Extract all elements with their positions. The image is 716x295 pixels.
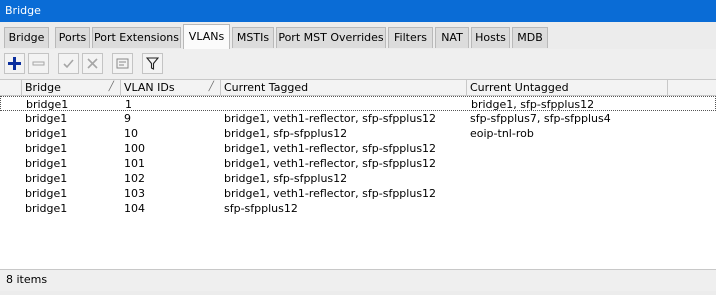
note-icon xyxy=(116,58,129,69)
cell-vlan-ids: 103 xyxy=(124,187,145,200)
column-header-current-tagged-label: Current Tagged xyxy=(224,81,309,94)
cell-current-tagged: bridge1, veth1-reflector, sfp-sfpplus12 xyxy=(224,142,437,155)
cell-vlan-ids: 10 xyxy=(124,127,138,140)
column-header-vlan-ids-label: VLAN IDs xyxy=(124,81,175,94)
cell-current-untagged xyxy=(466,171,666,186)
table-row[interactable]: bridge1 100 bridge1, veth1-reflector, sf… xyxy=(0,141,716,156)
table-row[interactable]: bridge1 103 bridge1, veth1-reflector, sf… xyxy=(0,186,716,201)
cell-bridge: bridge1 xyxy=(25,202,68,215)
filter-icon xyxy=(146,57,159,70)
window-title-bar: Bridge xyxy=(0,0,716,22)
cell-vlan-ids: 1 xyxy=(125,98,132,111)
remove-button[interactable] xyxy=(28,53,49,74)
table-row[interactable]: bridge1 104 sfp-sfpplus12 xyxy=(0,201,716,216)
cell-current-untagged xyxy=(466,156,666,171)
table-row[interactable]: bridge1 101 bridge1, veth1-reflector, sf… xyxy=(0,156,716,171)
plus-icon xyxy=(8,57,21,70)
cell-vlan-ids: 104 xyxy=(124,202,145,215)
column-header-current-tagged[interactable]: Current Tagged xyxy=(221,80,467,95)
cell-bridge: bridge1 xyxy=(26,98,69,111)
x-icon xyxy=(87,58,98,69)
tab-mdb[interactable]: MDB xyxy=(512,27,548,48)
cell-current-untagged xyxy=(466,201,666,216)
header-indicator-column xyxy=(0,80,22,95)
add-button[interactable] xyxy=(4,53,25,74)
tab-ports[interactable]: Ports xyxy=(55,27,90,48)
tab-bridge[interactable]: Bridge xyxy=(4,27,49,48)
cell-vlan-ids: 102 xyxy=(124,172,145,185)
cell-current-tagged: bridge1, sfp-sfpplus12 xyxy=(224,127,348,140)
toolbar xyxy=(0,49,716,79)
column-header-bridge[interactable]: Bridge ╱ xyxy=(22,80,121,95)
cell-current-tagged: sfp-sfpplus12 xyxy=(224,202,298,215)
sort-icon: ╱ xyxy=(108,82,114,92)
cell-vlan-ids: 101 xyxy=(124,157,145,170)
tab-hosts[interactable]: Hosts xyxy=(471,27,510,48)
status-bar: 8 items xyxy=(0,269,716,291)
table-row[interactable]: bridge1 1 bridge1, sfp-sfpplus12 xyxy=(0,96,716,111)
header-filler xyxy=(668,80,716,95)
cell-bridge: bridge1 xyxy=(25,142,68,155)
minus-icon xyxy=(32,61,45,66)
tab-port-mst-overrides[interactable]: Port MST Overrides xyxy=(276,27,386,48)
vlan-table: Bridge ╱ VLAN IDs ╱ Current Tagged Curre… xyxy=(0,79,716,269)
window-title: Bridge xyxy=(5,4,41,17)
window-bottom-edge xyxy=(0,291,716,295)
column-header-current-untagged[interactable]: Current Untagged xyxy=(467,80,668,95)
cell-bridge: bridge1 xyxy=(25,187,68,200)
check-icon xyxy=(63,59,74,69)
column-header-bridge-label: Bridge xyxy=(25,81,61,94)
cell-current-tagged: bridge1, sfp-sfpplus12 xyxy=(224,172,348,185)
cell-current-tagged: bridge1, veth1-reflector, sfp-sfpplus12 xyxy=(224,112,437,125)
table-header: Bridge ╱ VLAN IDs ╱ Current Tagged Curre… xyxy=(0,80,716,96)
column-header-vlan-ids[interactable]: VLAN IDs ╱ xyxy=(121,80,221,95)
tab-mstis[interactable]: MSTIs xyxy=(232,27,274,48)
table-row[interactable]: bridge1 10 bridge1, sfp-sfpplus12 eoip-t… xyxy=(0,126,716,141)
cell-current-untagged: eoip-tnl-rob xyxy=(470,127,534,140)
cell-vlan-ids: 9 xyxy=(124,112,131,125)
disable-button[interactable] xyxy=(82,53,103,74)
cell-bridge: bridge1 xyxy=(25,112,68,125)
column-header-current-untagged-label: Current Untagged xyxy=(470,81,569,94)
cell-current-untagged: sfp-sfpplus7, sfp-sfpplus4 xyxy=(470,112,611,125)
cell-bridge: bridge1 xyxy=(25,172,68,185)
cell-bridge: bridge1 xyxy=(25,127,68,140)
table-row[interactable]: bridge1 102 bridge1, sfp-sfpplus12 xyxy=(0,171,716,186)
tab-vlans[interactable]: VLANs xyxy=(183,24,230,49)
cell-current-tagged: bridge1, veth1-reflector, sfp-sfpplus12 xyxy=(224,157,437,170)
tab-filters[interactable]: Filters xyxy=(388,27,433,48)
tab-bar: Bridge Ports Port Extensions VLANs MSTIs… xyxy=(0,22,716,71)
cell-vlan-ids: 100 xyxy=(124,142,145,155)
tab-port-extensions[interactable]: Port Extensions xyxy=(92,27,181,48)
item-count: 8 items xyxy=(6,273,48,286)
cell-bridge: bridge1 xyxy=(25,157,68,170)
table-row[interactable]: bridge1 9 bridge1, veth1-reflector, sfp-… xyxy=(0,111,716,126)
cell-current-untagged xyxy=(466,186,666,201)
sort-icon: ╱ xyxy=(208,82,214,92)
enable-button[interactable] xyxy=(58,53,79,74)
comment-button[interactable] xyxy=(112,53,133,74)
cell-current-untagged: bridge1, sfp-sfpplus12 xyxy=(471,98,595,111)
cell-current-untagged xyxy=(466,141,666,156)
cell-current-tagged: bridge1, veth1-reflector, sfp-sfpplus12 xyxy=(224,187,437,200)
tab-nat[interactable]: NAT xyxy=(435,27,469,48)
cell-current-tagged xyxy=(221,97,467,112)
filter-button[interactable] xyxy=(142,53,163,74)
